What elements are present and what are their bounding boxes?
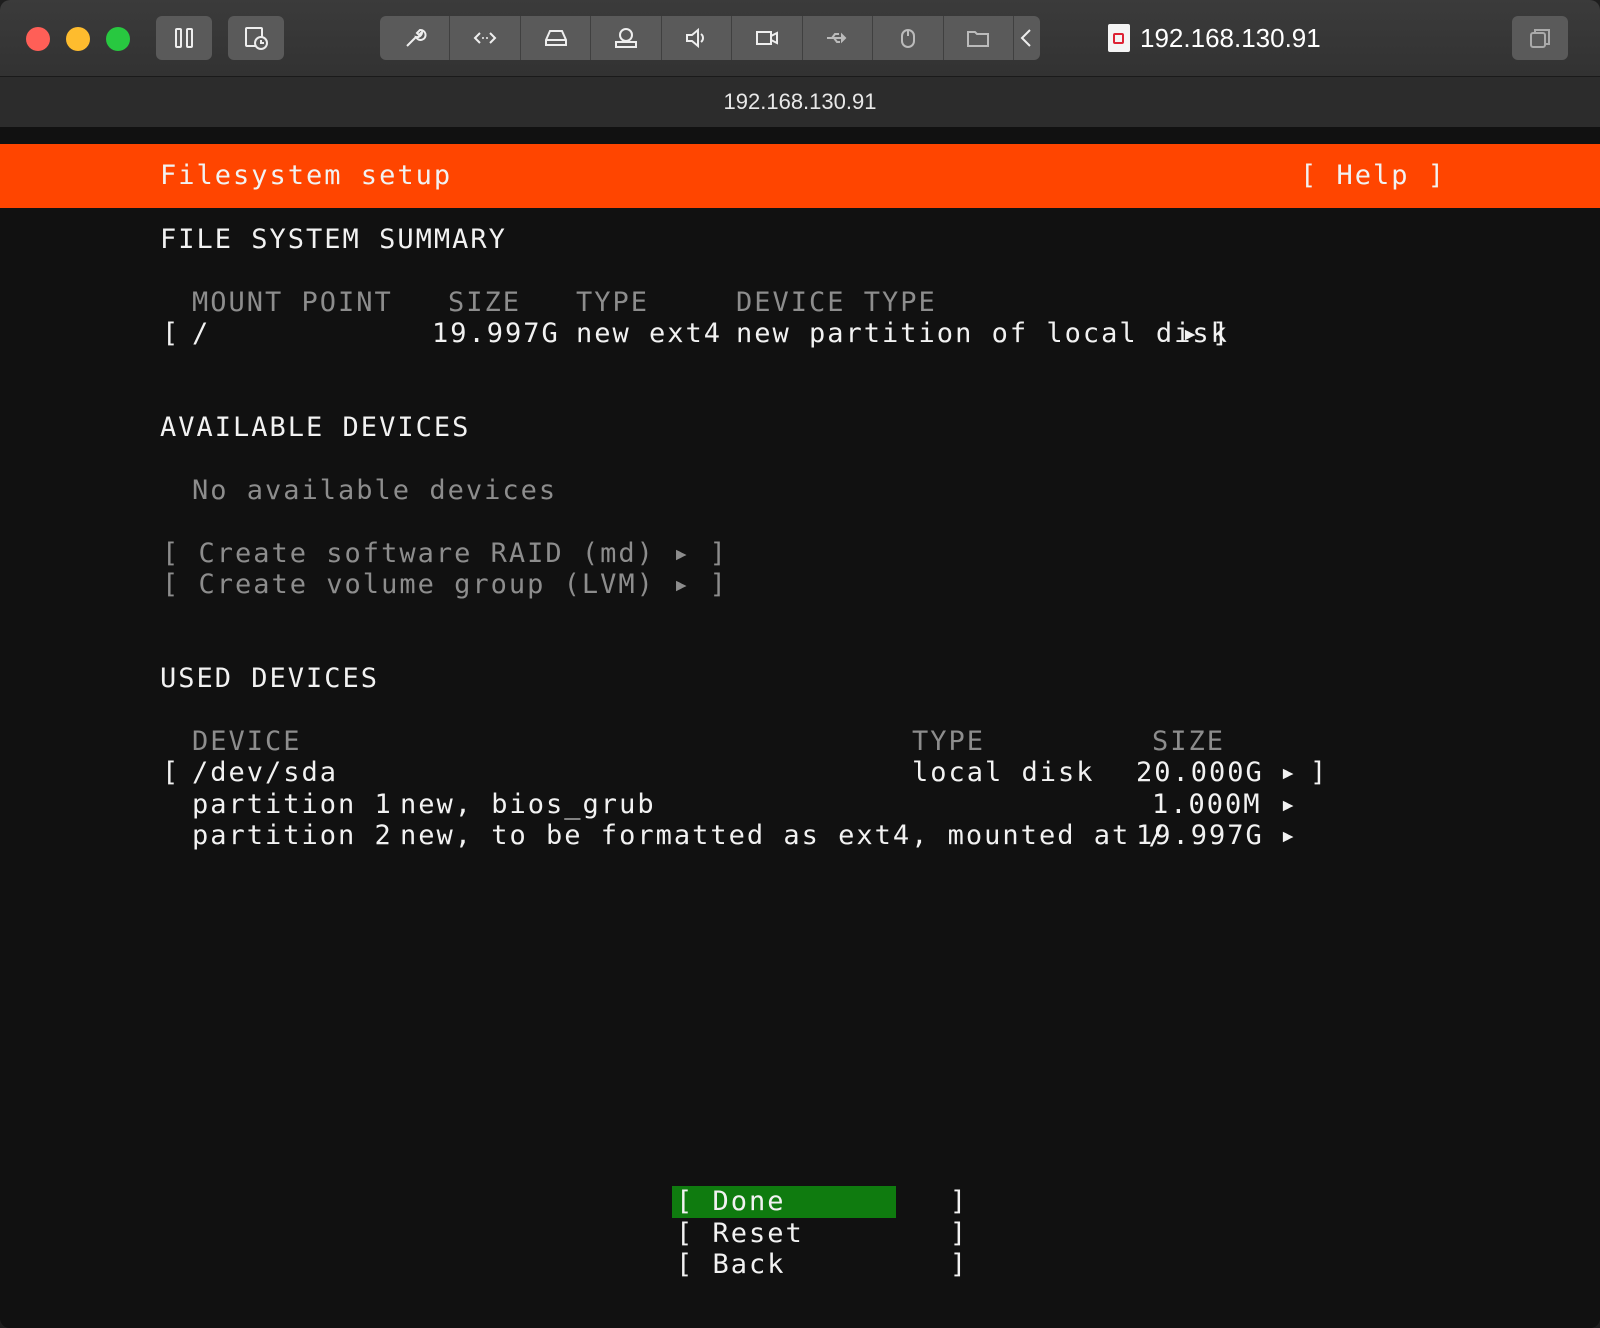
back-button[interactable]: [ Back ] xyxy=(676,1249,968,1281)
create-raid-button[interactable]: [ Create software RAID (md) ▸ ] xyxy=(162,538,728,570)
row-size: 19.997G xyxy=(432,318,560,349)
window-mode-button[interactable] xyxy=(1512,16,1568,60)
close-button[interactable] xyxy=(26,27,50,51)
disk-close-bracket: ] xyxy=(1310,757,1329,788)
settings-button[interactable] xyxy=(380,16,451,60)
address-text: 192.168.130.91 xyxy=(723,89,877,114)
disk-icon xyxy=(544,30,567,46)
col-used-type: TYPE xyxy=(912,726,986,757)
available-heading: AVAILABLE DEVICES xyxy=(160,412,471,443)
partition-desc: new, to be formatted as ext4, mounted at… xyxy=(400,820,1167,851)
used-heading: USED DEVICES xyxy=(160,663,380,694)
network-button[interactable] xyxy=(450,16,521,60)
row-open-bracket: [ xyxy=(162,318,181,349)
device-toolbar xyxy=(380,16,1040,60)
snapshot-button[interactable] xyxy=(228,16,284,60)
chevron-left-icon xyxy=(1020,29,1031,47)
col-mount-point: MOUNT POINT xyxy=(192,287,393,318)
done-button[interactable]: [ Done ] xyxy=(676,1186,968,1218)
window-icon xyxy=(1530,29,1550,48)
disk-arrow-icon: ▸ xyxy=(1280,757,1299,788)
partition-arrow-icon: ▸ xyxy=(1280,789,1299,820)
sound-button[interactable] xyxy=(662,16,733,60)
row-mount: / xyxy=(192,318,211,349)
partition-arrow-icon: ▸ xyxy=(1280,820,1299,851)
sound-icon xyxy=(686,27,705,49)
disk-open-bracket: [ xyxy=(162,757,181,788)
partition-name: partition 2 xyxy=(192,820,393,851)
partition-size: 1.000M xyxy=(1152,789,1262,820)
document-icon xyxy=(1108,24,1130,52)
disk-button[interactable] xyxy=(521,16,592,60)
row-close-bracket: ] xyxy=(1212,318,1231,349)
create-lvm-button[interactable]: [ Create volume group (LVM) ▸ ] xyxy=(162,569,728,601)
wrench-icon xyxy=(406,29,427,47)
address-bar: 192.168.130.91 xyxy=(0,77,1600,128)
col-type: TYPE xyxy=(576,287,650,318)
mouse-button[interactable] xyxy=(873,16,944,60)
shared-folder-button[interactable] xyxy=(944,16,1014,60)
partition-name: partition 1 xyxy=(192,789,393,820)
window-title-text: 192.168.130.91 xyxy=(1140,22,1321,53)
collapse-toolbar-button[interactable] xyxy=(1014,16,1040,60)
folder-icon xyxy=(967,31,990,47)
camera-icon xyxy=(615,28,638,48)
camera-button[interactable] xyxy=(591,16,662,60)
vm-window: 192.168.130.91 192.168.130.91 Filesystem… xyxy=(0,0,1600,1328)
mouse-icon xyxy=(900,29,915,48)
col-device-type: DEVICE TYPE xyxy=(736,287,937,318)
partition-size: 19.997G xyxy=(1136,820,1264,851)
no-devices-text: No available devices xyxy=(192,475,558,506)
col-used-size: SIZE xyxy=(1152,726,1226,757)
disk-name: /dev/sda xyxy=(192,757,339,788)
disk-type: local disk xyxy=(912,757,1095,788)
row-device-type: new partition of local disk xyxy=(736,318,1229,349)
minimize-button[interactable] xyxy=(66,27,90,51)
screen-title: Filesystem setup xyxy=(160,160,453,191)
row-arrow-icon: ▸ xyxy=(1182,318,1201,349)
terminal-screen: Filesystem setup [ Help ] FILE SYSTEM SU… xyxy=(0,128,1600,1328)
summary-heading: FILE SYSTEM SUMMARY xyxy=(160,224,507,255)
snapshot-icon xyxy=(245,27,268,50)
usb-icon xyxy=(827,32,847,44)
zoom-button[interactable] xyxy=(106,27,130,51)
title-bar: 192.168.130.91 xyxy=(0,0,1600,77)
help-button[interactable]: [ Help ] xyxy=(1300,160,1446,192)
pause-icon xyxy=(175,28,193,48)
disk-size: 20.000G xyxy=(1136,757,1264,788)
partition-desc: new, bios_grub xyxy=(400,789,656,820)
window-title: 192.168.130.91 xyxy=(1108,20,1321,56)
col-size: SIZE xyxy=(448,287,522,318)
pause-button[interactable] xyxy=(156,16,212,60)
code-icon xyxy=(473,32,497,44)
reset-button[interactable]: [ Reset ] xyxy=(676,1218,968,1250)
col-device: DEVICE xyxy=(192,726,302,757)
video-icon xyxy=(755,31,778,45)
video-button[interactable] xyxy=(732,16,803,60)
usb-button[interactable] xyxy=(803,16,874,60)
row-type: new ext4 xyxy=(576,318,723,349)
